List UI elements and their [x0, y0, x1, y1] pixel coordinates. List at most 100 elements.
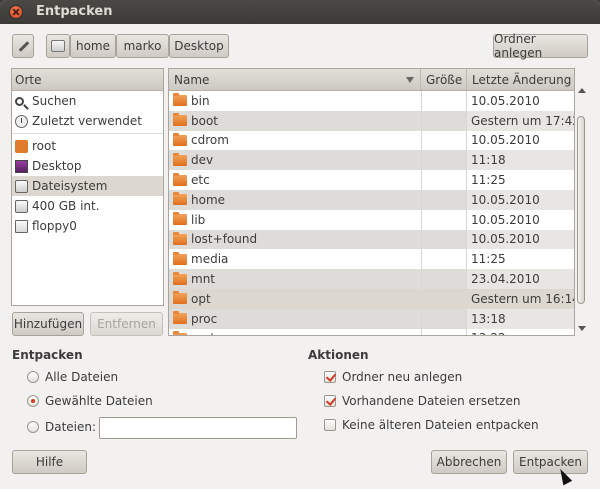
extract-button[interactable]: Entpacken	[513, 450, 588, 474]
checkbox-overwrite[interactable]	[324, 395, 336, 407]
place-label: Desktop	[32, 159, 82, 173]
folder-icon	[173, 231, 187, 245]
folder-icon	[173, 93, 187, 107]
file-date-cell: 10.05.2010	[471, 133, 540, 148]
option-create-folder[interactable]: Ordner neu anlegen	[324, 370, 462, 384]
breadcrumb-marko[interactable]: marko	[116, 34, 169, 58]
file-date-cell: 13:22	[467, 329, 574, 335]
new-folder-button[interactable]: Ordner anlegen	[493, 32, 588, 60]
file-row[interactable]: home 10.05.2010	[169, 189, 574, 210]
file-row[interactable]: opt Gestern um 16:14	[169, 288, 574, 309]
column-size[interactable]: Größe	[421, 69, 467, 90]
file-row[interactable]: lost+found 10.05.2010	[169, 229, 574, 250]
file-row[interactable]: root 13:22	[169, 328, 574, 335]
help-button[interactable]: Hilfe	[12, 450, 87, 474]
file-row[interactable]: proc 13:18	[169, 308, 574, 329]
file-date-cell: 11:25	[471, 173, 506, 188]
file-row[interactable]: mnt 23.04.2010	[169, 269, 574, 289]
drive-icon	[15, 199, 28, 213]
file-date-cell: 10.05.2010	[471, 232, 540, 247]
file-date-cell: 10.05.2010	[471, 192, 540, 207]
file-row[interactable]: dev 11:18	[169, 150, 574, 171]
cancel-button[interactable]: Abbrechen	[431, 450, 507, 474]
option-all-files[interactable]: Alle Dateien	[27, 370, 118, 384]
file-row[interactable]: lib 10.05.2010	[169, 209, 574, 230]
close-icon[interactable]	[9, 5, 23, 19]
place-label: Zuletzt verwendet	[32, 114, 142, 128]
place-search[interactable]: Suchen	[12, 91, 163, 111]
file-name-cell: proc	[169, 308, 421, 329]
sort-down-icon	[406, 77, 414, 83]
file-size-cell	[421, 170, 467, 190]
file-size-cell	[421, 189, 467, 210]
file-name: etc	[191, 173, 210, 188]
column-modified[interactable]: Letzte Änderung	[467, 69, 574, 90]
extract-section-title: Entpacken	[12, 348, 83, 362]
folder-icon	[173, 271, 187, 285]
files-pattern-input[interactable]	[99, 417, 297, 439]
scroll-thumb[interactable]	[577, 116, 585, 304]
edit-location-button[interactable]	[12, 34, 34, 58]
file-name-cell: cdrom	[169, 131, 421, 151]
drive-icon	[15, 179, 28, 193]
option-no-older[interactable]: Keine älteren Dateien entpacken	[324, 418, 539, 432]
window-title: Entpacken	[36, 4, 113, 19]
option-selected-files[interactable]: Gewählte Dateien	[27, 394, 153, 408]
place-floppy[interactable]: floppy0	[12, 216, 163, 236]
file-row[interactable]: media 11:25	[169, 249, 574, 270]
place-400gb[interactable]: 400 GB int.	[12, 196, 163, 216]
file-date-cell: 11:25	[471, 252, 506, 267]
radio-selected-files[interactable]	[27, 395, 39, 407]
scroll-up-icon[interactable]	[578, 88, 586, 93]
folder-icon	[173, 330, 187, 335]
option-files[interactable]: Dateien:	[27, 420, 96, 434]
places-separator	[12, 133, 163, 134]
file-date-cell: 11:18	[471, 153, 506, 168]
file-size-cell	[421, 249, 467, 270]
folder-icon	[173, 132, 187, 146]
file-list: Name Größe Letzte Änderung bin 10.05.2010…	[168, 68, 575, 336]
file-size-cell	[421, 229, 467, 250]
file-row[interactable]: etc 11:25	[169, 170, 574, 190]
column-name[interactable]: Name	[169, 69, 421, 90]
file-rows: bin 10.05.2010 boot Gestern um 17:42 cdrom 10…	[169, 91, 574, 335]
folder-icon	[173, 192, 187, 206]
place-filesystem[interactable]: Dateisystem	[12, 176, 163, 196]
option-label: Gewählte Dateien	[45, 394, 153, 408]
place-desktop[interactable]: Desktop	[12, 156, 163, 176]
file-name: cdrom	[191, 133, 229, 148]
places-header: Orte	[12, 69, 163, 91]
breadcrumb-desktop[interactable]: Desktop	[169, 34, 229, 58]
file-list-scrollbar[interactable]	[576, 88, 588, 336]
column-name-label: Name	[174, 73, 210, 87]
actions-section-title: Aktionen	[308, 348, 369, 362]
remove-place-button[interactable]: Entfernen	[90, 312, 163, 336]
breadcrumb-root[interactable]	[46, 34, 70, 58]
file-size-cell	[421, 150, 467, 171]
file-row[interactable]: cdrom 10.05.2010	[169, 130, 574, 151]
file-date-cell: 10.05.2010	[471, 212, 540, 227]
folder-icon	[173, 172, 187, 186]
pencil-icon	[17, 40, 29, 52]
file-name-cell: home	[169, 189, 421, 210]
home-folder-icon	[15, 139, 28, 153]
place-label: Suchen	[32, 94, 77, 108]
radio-all-files[interactable]	[27, 371, 39, 383]
extract-dialog: Entpacken home marko Desktop Ordner anle…	[0, 0, 600, 489]
option-label: Vorhandene Dateien ersetzen	[342, 394, 521, 408]
scroll-down-icon[interactable]	[578, 326, 586, 331]
file-row[interactable]: bin 10.05.2010	[169, 91, 574, 111]
add-place-button[interactable]: Hinzufügen	[12, 312, 84, 336]
file-size-cell	[421, 209, 467, 230]
option-overwrite[interactable]: Vorhandene Dateien ersetzen	[324, 394, 520, 408]
file-row[interactable]: boot Gestern um 17:42	[169, 110, 574, 131]
place-recent[interactable]: Zuletzt verwendet	[12, 111, 163, 131]
file-name-cell: bin	[169, 91, 421, 111]
checkbox-no-older[interactable]	[324, 419, 336, 431]
folder-icon	[173, 152, 187, 166]
breadcrumb-home[interactable]: home	[70, 34, 116, 58]
option-label: Alle Dateien	[45, 370, 119, 384]
checkbox-create-folder[interactable]	[324, 371, 336, 383]
place-root[interactable]: root	[12, 136, 163, 156]
radio-files[interactable]	[27, 421, 39, 433]
